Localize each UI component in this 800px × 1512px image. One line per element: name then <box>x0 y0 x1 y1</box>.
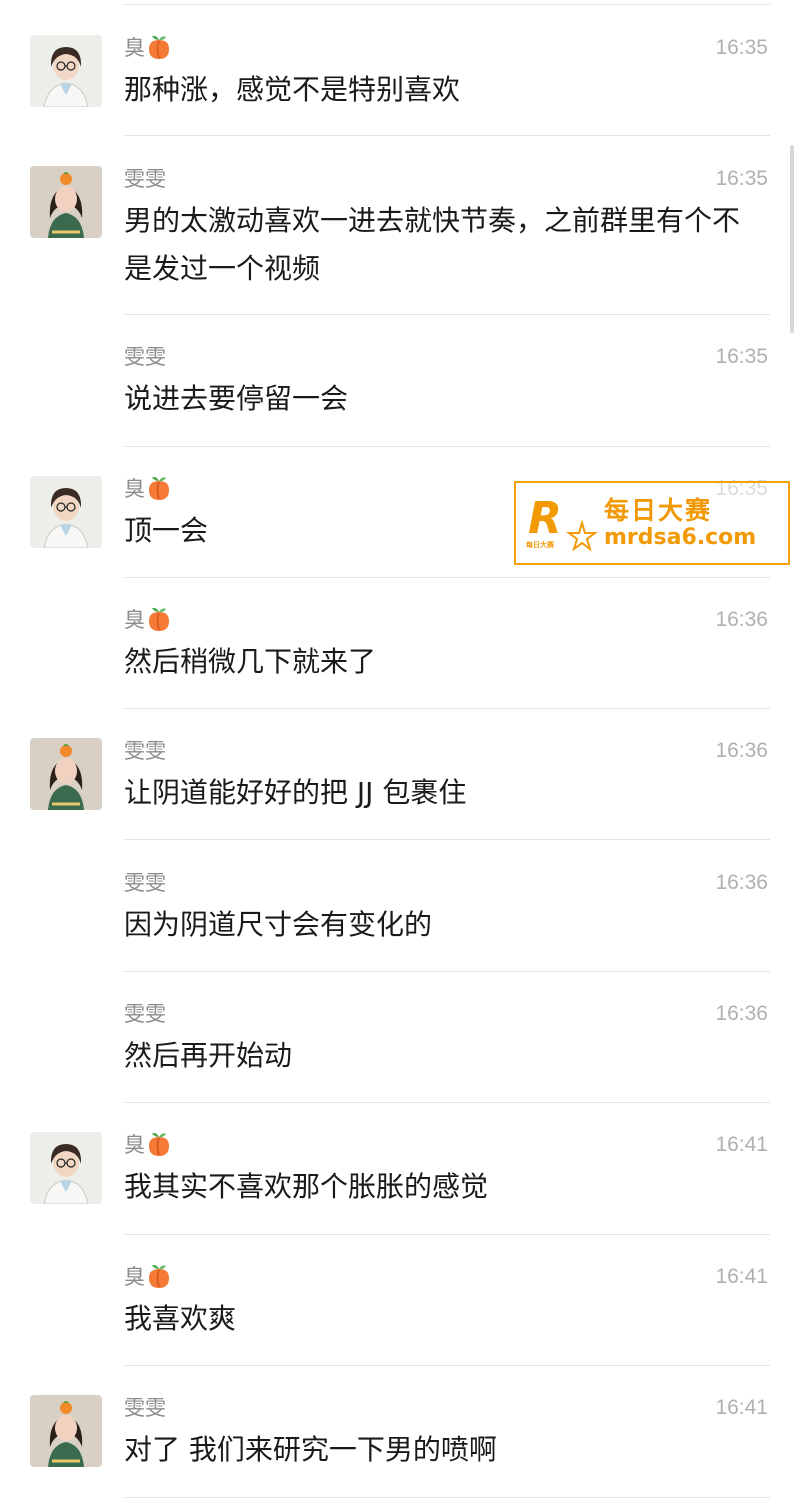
photo-girl-avatar-icon <box>30 738 102 810</box>
sender-avatar[interactable] <box>30 35 102 107</box>
message-text[interactable]: 因为阴道尺寸会有变化的 <box>124 901 764 949</box>
message-time: 16:36 <box>715 608 768 631</box>
watermark-overlay: R 每日大赛 每日大赛 mrdsa6.com <box>514 481 790 565</box>
message-time: 16:41 <box>715 1396 768 1419</box>
sender-avatar[interactable] <box>30 166 102 238</box>
message-item[interactable]: 雯雯 16:41 对了 我们来研究一下男的喷啊 <box>0 1395 800 1498</box>
message-time: 16:36 <box>715 739 768 762</box>
sender-name: 雯雯 <box>124 739 166 763</box>
svg-text:每日大赛: 每日大赛 <box>526 540 555 549</box>
sender-name: 雯雯 <box>124 1396 166 1420</box>
peach-emoji-icon <box>147 606 171 640</box>
message-item[interactable]: 臭 16:41 我其实不喜欢那个胀胀的感觉 <box>0 1132 800 1235</box>
divider <box>124 577 770 578</box>
sender-name: 雯雯 <box>124 167 166 191</box>
peach-emoji-icon <box>147 34 171 68</box>
message-item[interactable]: 雯雯 16:36 然后再开始动 <box>0 1001 800 1103</box>
message-text[interactable]: 然后再开始动 <box>124 1032 764 1080</box>
doctor-girl-avatar-icon <box>30 476 102 548</box>
message-time: 16:36 <box>715 871 768 894</box>
divider <box>124 1234 770 1235</box>
svg-text:R: R <box>528 493 562 544</box>
message-item[interactable]: 臭 16:41 我喜欢爽 <box>0 1264 800 1366</box>
message-text[interactable]: 然后稍微几下就来了 <box>124 638 764 686</box>
sender-avatar[interactable] <box>30 1132 102 1204</box>
doctor-girl-avatar-icon <box>30 35 102 107</box>
divider <box>124 1102 770 1103</box>
peach-emoji-icon <box>147 475 171 509</box>
divider <box>124 135 770 136</box>
message-time: 16:41 <box>715 1133 768 1156</box>
sender-name: 雯雯 <box>124 1002 166 1026</box>
message-text[interactable]: 我喜欢爽 <box>124 1295 764 1343</box>
sender-avatar[interactable] <box>30 476 102 548</box>
sender-name: 雯雯 <box>124 871 166 895</box>
watermark-logo-icon: R 每日大赛 <box>524 489 602 563</box>
sender-name: 臭 <box>124 605 171 640</box>
peach-emoji-icon <box>147 1131 171 1165</box>
message-time: 16:35 <box>715 36 768 59</box>
watermark-title: 每日大赛 <box>604 496 713 525</box>
message-text[interactable]: 说进去要停留一会 <box>124 375 764 423</box>
message-item[interactable]: 臭 16:36 然后稍微几下就来了 <box>0 607 800 709</box>
sender-name: 臭 <box>124 1262 171 1297</box>
message-text[interactable]: 我其实不喜欢那个胀胀的感觉 <box>124 1163 764 1211</box>
message-item[interactable]: 雯雯 16:36 让阴道能好好的把 JJ 包裹住 <box>0 738 800 840</box>
photo-girl-avatar-icon <box>30 166 102 238</box>
message-time: 16:35 <box>715 345 768 368</box>
sender-name: 臭 <box>124 1130 171 1165</box>
message-text[interactable]: 男的太激动喜欢一进去就快节奏，之前群里有个不是发过一个视频 <box>124 197 764 293</box>
message-item[interactable]: 雯雯 16:35 说进去要停留一会 <box>0 344 800 447</box>
chat-message-list[interactable]: 臭 16:35 那种涨，感觉不是特别喜欢 雯雯 16:35 男的太激动喜欢一进去… <box>0 0 800 1512</box>
sender-avatar[interactable] <box>30 1395 102 1467</box>
divider <box>124 971 770 972</box>
sender-avatar[interactable] <box>30 738 102 810</box>
scrollbar[interactable] <box>790 145 794 333</box>
message-item[interactable]: 雯雯 16:35 男的太激动喜欢一进去就快节奏，之前群里有个不是发过一个视频 <box>0 166 800 315</box>
message-text[interactable]: 那种涨，感觉不是特别喜欢 <box>124 66 764 114</box>
photo-girl-avatar-icon <box>30 1395 102 1467</box>
divider <box>124 446 770 447</box>
divider <box>124 839 770 840</box>
divider <box>124 1497 770 1498</box>
message-time: 16:36 <box>715 1002 768 1025</box>
divider <box>124 314 770 315</box>
message-item[interactable]: 臭 16:35 那种涨，感觉不是特别喜欢 <box>0 35 800 136</box>
watermark-url: mrdsa6.com <box>604 525 757 550</box>
message-time: 16:41 <box>715 1265 768 1288</box>
message-text[interactable]: 让阴道能好好的把 JJ 包裹住 <box>124 769 764 817</box>
doctor-girl-avatar-icon <box>30 1132 102 1204</box>
divider <box>124 4 770 5</box>
divider <box>124 1365 770 1366</box>
message-item[interactable]: 雯雯 16:36 因为阴道尺寸会有变化的 <box>0 870 800 972</box>
sender-name: 臭 <box>124 33 171 68</box>
peach-emoji-icon <box>147 1263 171 1297</box>
divider <box>124 708 770 709</box>
sender-name: 雯雯 <box>124 345 166 369</box>
sender-name: 臭 <box>124 474 171 509</box>
message-text[interactable]: 对了 我们来研究一下男的喷啊 <box>124 1426 764 1474</box>
message-time: 16:35 <box>715 167 768 190</box>
